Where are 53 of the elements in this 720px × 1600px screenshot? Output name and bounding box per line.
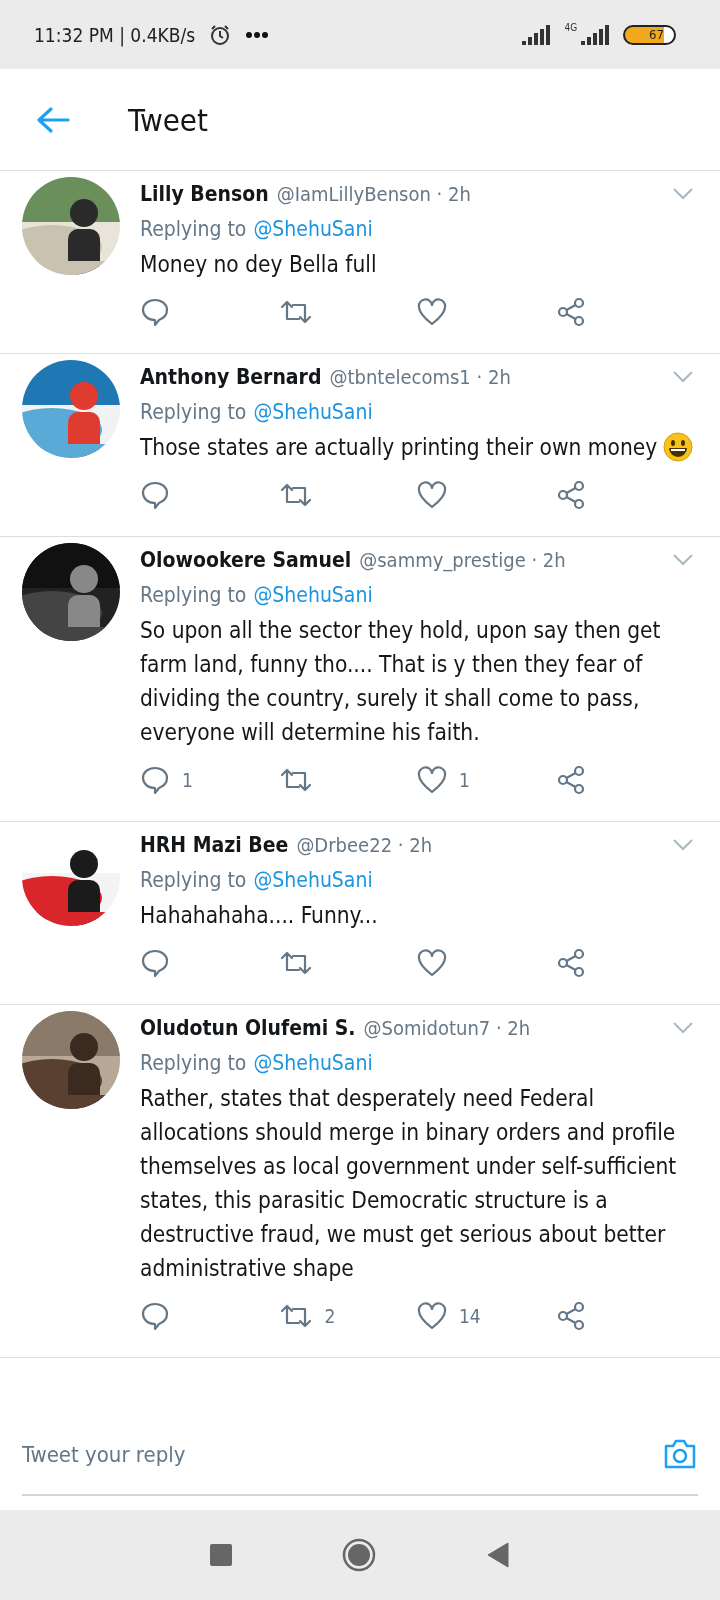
- author-name[interactable]: HRH Mazi Bee: [140, 833, 289, 857]
- replying-label: Replying to: [140, 1050, 247, 1077]
- share-icon[interactable]: [555, 480, 586, 510]
- author-handle: @sammy_prestige · 2h: [359, 548, 566, 572]
- reply-icon[interactable]: [140, 480, 170, 510]
- replying-label: Replying to: [140, 399, 247, 426]
- heart-icon[interactable]: [417, 766, 447, 794]
- author-handle: @tbntelecoms1 · 2h: [329, 365, 511, 389]
- back-arrow-icon[interactable]: [36, 105, 70, 134]
- heart-icon[interactable]: [417, 1302, 447, 1330]
- author-name[interactable]: Anthony Bernard: [140, 365, 322, 389]
- reply-icon[interactable]: [140, 765, 170, 795]
- tweet-text: Money no dey Bella full: [140, 250, 377, 279]
- retweet-count: 2: [324, 1305, 336, 1327]
- author-name[interactable]: Olowookere Samuel: [140, 548, 352, 572]
- tweet-text: Rather, states that desperately need Federal allocations should merge in binary orders and profile themselves as local government under self-sufficient states, this parasitic Democratic structure is a destructive fraud, we must get serious about better administrative shape: [140, 1084, 678, 1283]
- back-button-icon[interactable]: [486, 1542, 510, 1568]
- share-icon[interactable]: [555, 948, 586, 978]
- author-handle: @IamLillyBenson · 2h: [276, 182, 471, 206]
- camera-icon[interactable]: [662, 1437, 698, 1471]
- page-title: Tweet: [128, 101, 208, 138]
- more-dots-icon: [245, 30, 270, 39]
- reply-count: 1: [182, 769, 193, 791]
- network-type: 4G: [564, 22, 578, 33]
- signal-icon: [522, 24, 551, 45]
- replying-label: Replying to: [140, 216, 247, 243]
- reply-icon[interactable]: [140, 1301, 170, 1331]
- reply-icon[interactable]: [140, 297, 170, 327]
- tweet-text: Hahahahaha.... Funny...: [140, 901, 378, 930]
- reply-icon[interactable]: [140, 948, 170, 978]
- author-name[interactable]: Oludotun Olufemi S.: [140, 1016, 356, 1040]
- author-name[interactable]: Lilly Benson: [140, 182, 269, 206]
- share-icon[interactable]: [555, 765, 586, 795]
- author-handle: @Drbee22 · 2h: [296, 833, 433, 857]
- share-icon[interactable]: [555, 1301, 586, 1331]
- tweet-text: Those states are actually printing their own money: [140, 433, 658, 462]
- author-handle: @Somidotun7 · 2h: [363, 1016, 531, 1040]
- grinning-face-emoji-icon: [663, 432, 694, 462]
- signal-icon: [581, 24, 610, 45]
- heart-icon[interactable]: [417, 298, 447, 326]
- heart-icon[interactable]: [417, 949, 447, 977]
- like-count: 14: [459, 1305, 481, 1327]
- replying-label: Replying to: [140, 582, 247, 609]
- heart-icon[interactable]: [417, 481, 447, 509]
- replying-label: Replying to: [140, 867, 247, 894]
- status-time: 11:32 PM | 0.4KB/s: [34, 23, 196, 46]
- alarm-icon: [209, 23, 232, 46]
- share-icon[interactable]: [555, 297, 586, 327]
- battery-indicator: 67: [623, 24, 676, 45]
- tweet-text: So upon all the sector they hold, upon say then get farm land, funny tho.... That is y then they fear of dividing the country, surely it shall come to pass, everyone will determine his faith.: [140, 616, 662, 747]
- home-button-icon[interactable]: [342, 1538, 376, 1572]
- like-count: 1: [459, 769, 470, 791]
- reply-input-field[interactable]: Tweet your reply: [22, 1424, 662, 1484]
